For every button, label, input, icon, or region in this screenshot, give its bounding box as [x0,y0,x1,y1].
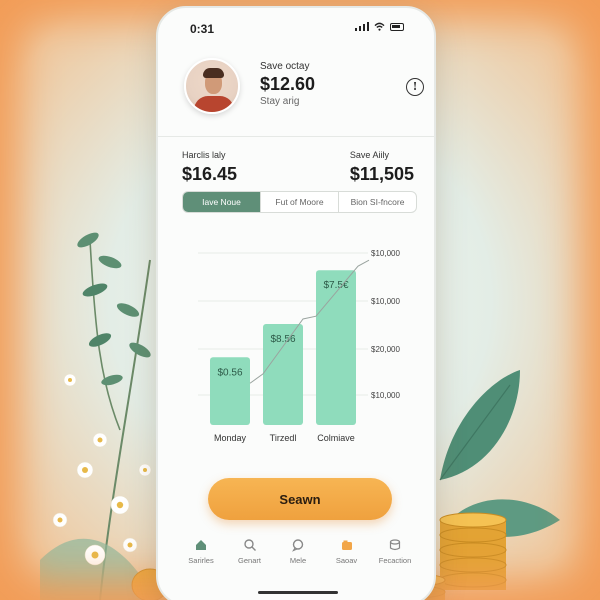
summary-left-label: Harclis laly [182,150,226,160]
y-tick-label: $10,000 [371,391,400,400]
bottom-nav: Sarirles Genart Mele Saoav Fecaction [178,538,418,572]
nav-label: Saoav [335,556,358,565]
segmented-tabs: Iave Noue Fut of Moore Bion SI-fncore [182,191,417,213]
nav-item-4[interactable]: Fecaction [372,538,418,572]
nav-label: Sarirles [188,556,214,565]
profile-card: Save octay $12.60 Stay arig ! [184,58,424,118]
summary-right-label: Save Aiily [349,150,389,160]
profile-label: Save octay [260,61,310,72]
phone-frame: 0:31 Save octay $12.60 Stay arig ! Harcl… [156,6,436,600]
bar-2[interactable] [316,270,356,425]
bar-value-label: $8.56 [270,334,295,345]
nav-label: Fecaction [378,556,412,565]
y-tick-label: $20,000 [371,345,400,354]
home-indicator [258,591,338,594]
status-time: 0:31 [190,22,215,36]
divider [158,136,434,137]
signal-icon [354,22,369,31]
nav-item-0[interactable]: Sarirles [178,538,224,572]
battery-icon [390,23,404,31]
wifi-icon [374,22,385,31]
x-tick-label: Monday [214,433,247,443]
y-tick-label: $10,000 [371,249,400,258]
y-tick-label: $10,000 [371,297,400,306]
summary-right: Save Aiily $11,505 [350,150,414,185]
stack-icon [389,539,401,551]
nav-item-1[interactable]: Genart [227,538,273,572]
status-bar: 0:31 [158,8,434,48]
status-icons [354,22,404,31]
nav-label: Genart [238,556,261,565]
primary-action-button[interactable]: Seawn [208,478,392,520]
avatar[interactable] [184,58,240,114]
chat-icon [292,539,304,552]
search-icon [243,539,256,551]
tab-1[interactable]: Fut of Moore [261,192,339,212]
nav-item-2[interactable]: Mele [275,538,321,572]
summary-right-value: $11,505 [349,164,414,184]
summary-left-value: $16.45 [182,164,238,184]
profile-amount: $12.60 [260,74,316,94]
tab-2[interactable]: Bion SI-fncore [339,192,416,212]
nav-label: Mele [289,556,307,565]
wallet-icon [341,540,352,550]
tab-0[interactable]: Iave Noue [183,192,261,212]
home-icon [196,540,206,550]
bar-value-label: $0.56 [217,367,242,378]
x-tick-label: Tirzedl [270,433,297,443]
info-icon[interactable]: ! [406,78,424,96]
x-tick-label: Colmiave [317,433,355,443]
chart-svg: $10,000 $10,000 $20,000 $10,000 $0.56 Monday $… [198,249,400,443]
profile-subtitle: Stay arig [260,96,300,107]
bar-chart: $10,000 $10,000 $20,000 $10,000 $0.56 Monday $… [158,233,434,453]
nav-item-3[interactable]: Saoav [324,538,370,572]
summary-left: Harclis laly $16.45 [182,150,237,185]
